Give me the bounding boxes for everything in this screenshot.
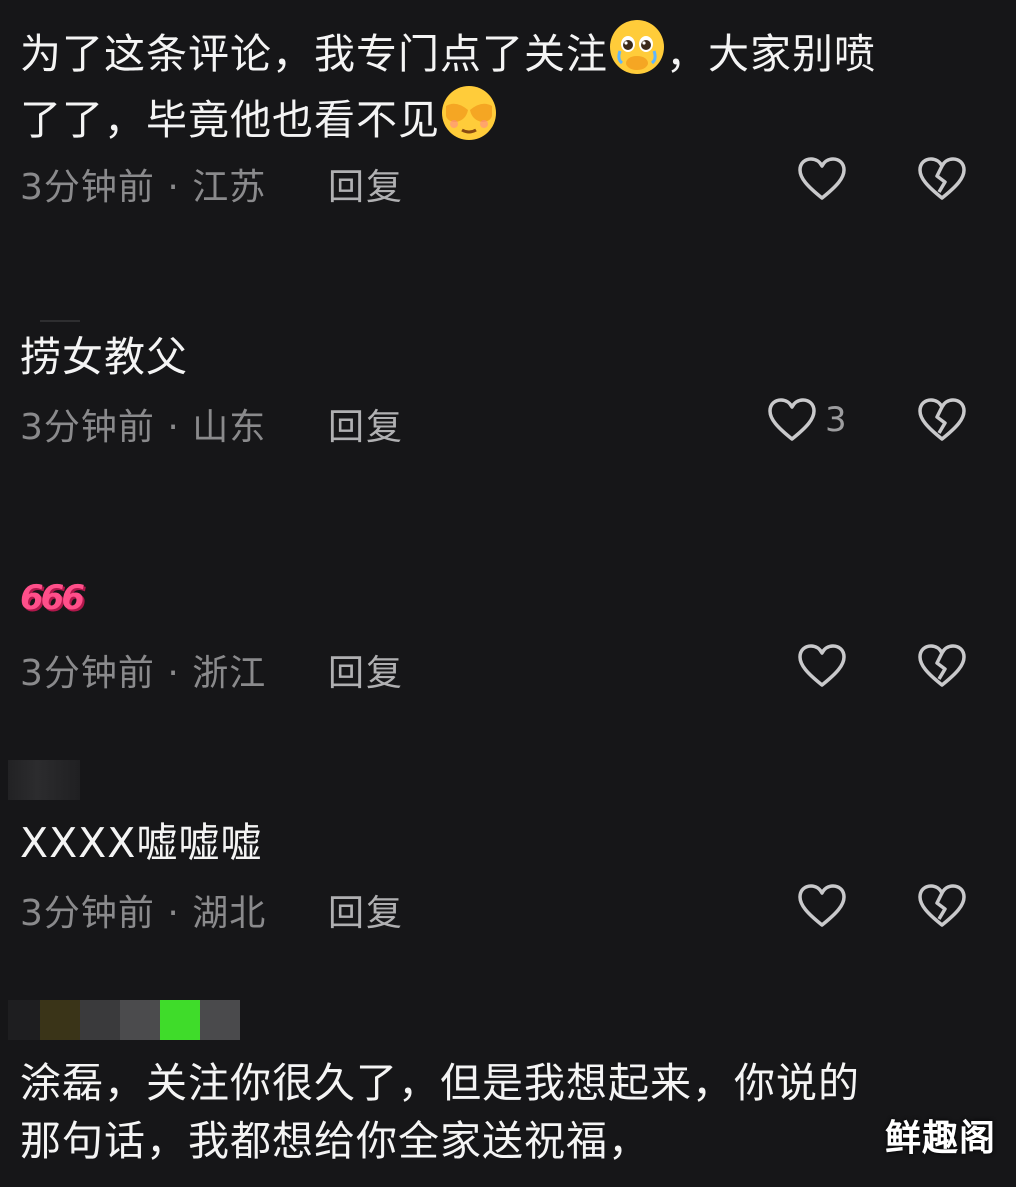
username-blurred [8,1000,40,1040]
broken-heart-icon [918,157,966,200]
watermark: 鲜趣阁 [884,1118,996,1159]
comment-time-location: 3分钟前 · 山东 [20,407,267,448]
like-button[interactable] [767,397,817,443]
heart-outline-icon [768,398,816,441]
reply-button[interactable]: 回复 [328,158,404,210]
reply-button[interactable]: 回复 [328,644,404,696]
comment-text: 捞女教父 [20,333,188,381]
username-blurred [80,1000,120,1040]
username-blurred [200,1000,240,1040]
comment-text-line2: 那句话，我都想给你全家送祝福， [20,1117,650,1165]
username-placeholder [40,320,80,322]
comment-time-location: 3分钟前 · 江苏 [20,167,267,208]
like-count: 3 [825,400,847,440]
comment-text-line1: 涂磊，关注你很久了，但是我想起来，你说的 [20,1059,860,1107]
broken-heart-icon [918,644,966,687]
dislike-button[interactable] [917,883,967,929]
broken-heart-icon [918,884,966,927]
username-blurred [160,1000,200,1040]
comment-sticker-666: 666 [20,578,85,618]
comment-time-location: 3分钟前 · 浙江 [20,653,267,694]
comment-text: 为了这条评论，我专门点了关注 ，大家别喷 [20,18,876,85]
crying-face-emoji-icon [608,18,666,76]
dislike-button[interactable] [917,397,967,443]
broken-heart-icon [918,398,966,441]
comment-text-line2: 了了，毕竟他也看不见 [20,96,440,144]
like-button[interactable] [797,156,847,202]
like-button[interactable] [797,643,847,689]
heart-outline-icon [798,644,846,687]
like-button[interactable] [797,883,847,929]
comment-time-location: 3分钟前 · 湖北 [20,893,267,934]
username-blurred [40,1000,80,1040]
reply-button[interactable]: 回复 [328,398,404,450]
comment-text: XXXX嘘嘘嘘 [20,819,263,867]
reply-button[interactable]: 回复 [328,884,404,936]
dislike-button[interactable] [917,643,967,689]
username-blurred [8,760,80,800]
username-blurred [120,1000,160,1040]
face-covering-eyes-emoji-icon [440,84,498,142]
comment-text: 了了，毕竟他也看不见 [20,84,498,151]
heart-outline-icon [798,884,846,927]
heart-outline-icon [798,157,846,200]
dislike-button[interactable] [917,156,967,202]
comment-text-line1-end: ，大家别喷 [666,30,876,78]
comment-text-line1: 为了这条评论，我专门点了关注 [20,30,608,78]
